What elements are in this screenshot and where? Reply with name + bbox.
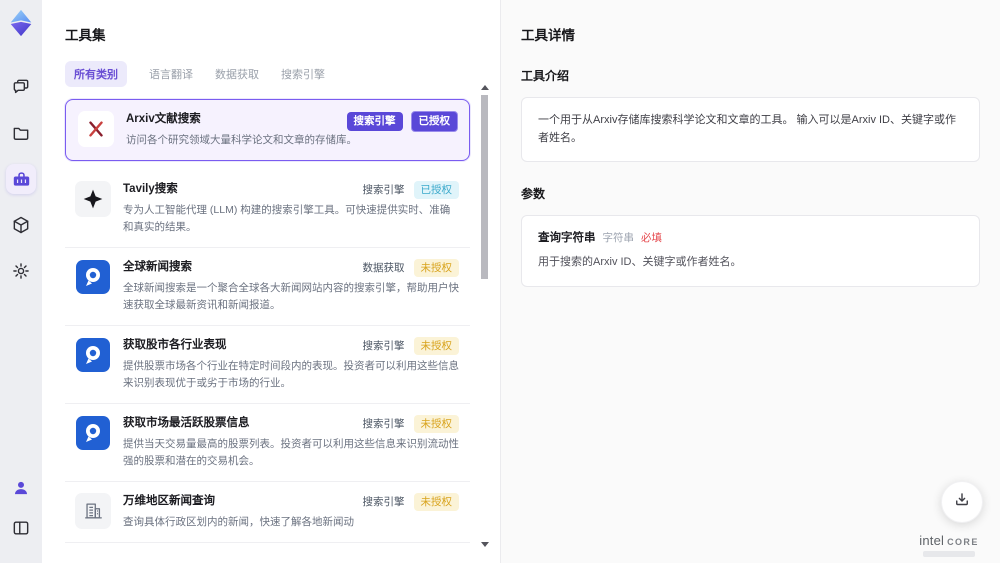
category-tab-1[interactable]: 语言翻译: [149, 66, 193, 82]
rail-item-account[interactable]: [6, 473, 36, 503]
intel-sub-badge: [923, 551, 975, 557]
rail-item-settings[interactable]: [6, 256, 36, 286]
auth-status-badge: 未授权: [413, 258, 459, 278]
core-wordmark: CORE: [947, 537, 979, 547]
blue-q-app-icon: [75, 337, 111, 373]
tool-description: 提供股票市场各个行业在特定时间段内的表现。投资者可以利用这些信息来识别表现优于或…: [123, 359, 459, 389]
tool-list: Arxiv文献搜索 访问各个研究领域大量科学论文和文章的存储库。 搜索引擎 已授权 T…: [65, 99, 470, 543]
briefcase-icon: [11, 169, 32, 190]
app-window: 工具集 所有类别 语言翻译 数据获取 搜索引擎 Arxiv文献搜索 访问各个研究领域大量…: [0, 0, 1000, 563]
tool-card-2[interactable]: 全球新闻搜索 全球新闻搜索是一个聚合全球各大新闻网站内容的搜索引擎，帮助用户快速获…: [65, 247, 470, 326]
detail-title: 工具详情: [521, 28, 575, 43]
tool-badges: 搜索引擎 已授权: [362, 180, 459, 200]
tool-description: 全球新闻搜索是一个聚合全球各大新闻网站内容的搜索引擎，帮助用户快速获取全球最新资…: [123, 281, 459, 311]
gear-icon: [11, 261, 31, 281]
cube-icon: [11, 215, 31, 235]
auth-status-badge: 未授权: [413, 336, 459, 356]
tool-card-3[interactable]: 获取股市各行业表现 提供股票市场各个行业在特定时间段内的表现。投资者可以利用这些信…: [65, 325, 470, 404]
building-news-icon: [75, 492, 111, 529]
toolset-title: 工具集: [65, 28, 106, 43]
intel-wordmark: intel: [919, 533, 945, 548]
rail-item-toggle-panel[interactable]: [6, 513, 36, 543]
category-badge: 搜索引擎: [346, 112, 403, 131]
tool-card-1[interactable]: Tavily搜索 专为人工智能代理 (LLM) 构建的搜索引擎工具。可快速提供实时…: [65, 169, 470, 248]
tool-description: 提供当天交易量最高的股票列表。投资者可以利用这些信息来识别流动性强的股票和潜在的…: [123, 437, 459, 467]
tool-intro-box: 一个用于从Arxiv存储库搜索科学论文和文章的工具。 输入可以是Arxiv ID…: [521, 97, 980, 163]
rail-top-items: [6, 72, 36, 302]
download-button[interactable]: [941, 481, 983, 523]
scroll-up-arrow-icon[interactable]: [481, 85, 489, 90]
category-badge: 搜索引擎: [362, 417, 405, 430]
tavily-star-icon: [75, 180, 111, 217]
category-badge: 搜索引擎: [362, 339, 405, 352]
category-tabs: 所有类别 语言翻译 数据获取 搜索引擎: [65, 61, 470, 87]
tool-card-4[interactable]: 获取市场最活跃股票信息 提供当天交易量最高的股票列表。投资者可以利用这些信息来识别…: [65, 403, 470, 482]
rail-item-packages[interactable]: [6, 210, 36, 240]
scrollbar-thumb[interactable]: [481, 95, 488, 279]
tool-badges: 搜索引擎 已授权: [346, 111, 458, 132]
auth-status-badge: 已授权: [413, 180, 459, 200]
icon-rail: [0, 0, 42, 563]
parameter-type: 字符串: [602, 232, 635, 245]
panel-icon: [11, 518, 31, 538]
chat-icon: [11, 77, 31, 97]
arxiv-logo-icon: [78, 111, 114, 147]
tool-description: 访问各个研究领域大量科学论文和文章的存储库。: [126, 133, 357, 146]
tool-card-5[interactable]: 万维地区新闻查询 查询具体行政区划内的新闻，快速了解各地新闻动 搜索引擎 未授权: [65, 481, 470, 543]
category-tab-3[interactable]: 搜索引擎: [281, 66, 325, 82]
parameter-description: 用于搜索的Arxiv ID、关键字或作者姓名。: [538, 256, 742, 269]
toolset-panel: 工具集 所有类别 语言翻译 数据获取 搜索引擎 Arxiv文献搜索 访问各个研究领域大量…: [42, 0, 500, 563]
list-scrollbar[interactable]: [480, 85, 489, 547]
rail-bottom-items: [6, 473, 36, 553]
parameter-card: 查询字符串 字符串 必填 用于搜索的Arxiv ID、关键字或作者姓名。: [521, 215, 980, 287]
intro-heading: 工具介绍: [521, 69, 570, 83]
tool-detail-panel: 工具详情 工具介绍 一个用于从Arxiv存储库搜索科学论文和文章的工具。 输入可…: [500, 0, 1000, 563]
scroll-down-arrow-icon[interactable]: [481, 542, 489, 547]
tool-card-0[interactable]: Arxiv文献搜索 访问各个研究领域大量科学论文和文章的存储库。 搜索引擎 已授权: [65, 99, 470, 161]
tool-description: 查询具体行政区划内的新闻，快速了解各地新闻动: [123, 515, 354, 528]
user-icon: [11, 478, 31, 498]
params-heading: 参数: [521, 187, 546, 202]
folder-icon: [11, 123, 31, 143]
auth-status-badge: 未授权: [413, 492, 459, 512]
tool-badges: 搜索引擎 未授权: [362, 336, 459, 356]
category-tab-2[interactable]: 数据获取: [215, 66, 259, 82]
tool-badges: 搜索引擎 未授权: [362, 492, 459, 512]
tool-badges: 搜索引擎 未授权: [362, 414, 459, 434]
parameter-required-badge: 必填: [641, 232, 662, 245]
rail-item-toolset[interactable]: [6, 164, 36, 194]
blue-q-app-icon: [75, 259, 111, 295]
auth-status-badge: 已授权: [410, 111, 458, 132]
tool-description: 专为人工智能代理 (LLM) 构建的搜索引擎工具。可快速提供实时、准确和真实的结…: [123, 203, 451, 233]
category-tab-0[interactable]: 所有类别: [65, 61, 127, 87]
rail-item-files[interactable]: [6, 118, 36, 148]
parameter-header: 查询字符串 字符串 必填: [538, 229, 963, 245]
category-badge: 搜索引擎: [362, 495, 405, 508]
brand-gem-logo[interactable]: [6, 8, 36, 38]
rail-item-conversations[interactable]: [6, 72, 36, 102]
auth-status-badge: 未授权: [413, 414, 459, 434]
category-badge: 搜索引擎: [362, 183, 405, 196]
tool-badges: 数据获取 未授权: [362, 258, 459, 278]
blue-q-app-icon: [75, 415, 111, 451]
parameter-name: 查询字符串: [538, 232, 596, 245]
category-badge: 数据获取: [362, 261, 405, 274]
intel-core-logo: intel CORE: [911, 533, 987, 557]
download-icon: [953, 491, 971, 514]
